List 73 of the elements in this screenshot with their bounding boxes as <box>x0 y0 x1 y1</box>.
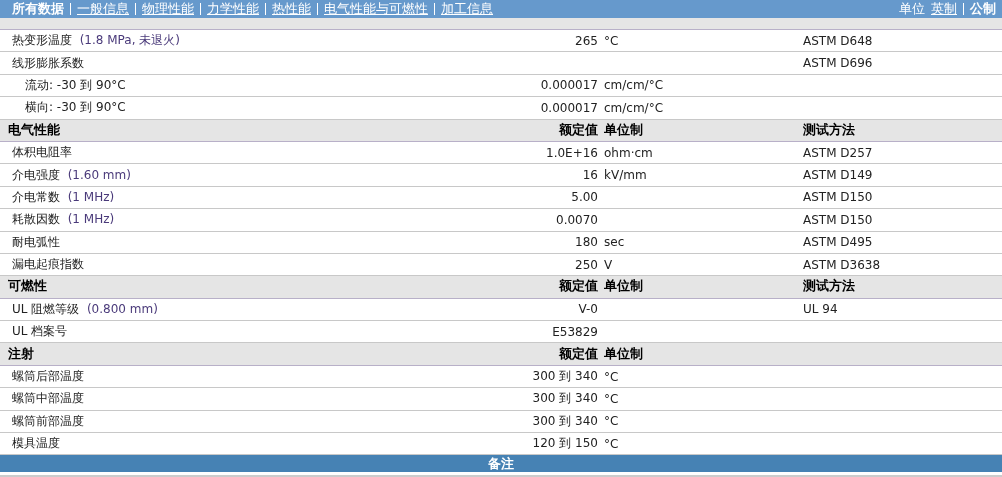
property-name: 螺筒中部温度 <box>12 391 84 406</box>
unit-cell: kV/mm <box>604 168 647 183</box>
unit-cell: V <box>604 257 613 272</box>
column-header: 额定值 <box>559 121 598 137</box>
test-method-cell: ASTM D150 <box>803 212 873 227</box>
unit-cell: °C <box>604 436 619 451</box>
unit-cell: °C <box>604 391 619 406</box>
nav-tab[interactable]: 力学性能 <box>207 0 259 18</box>
value-cell: 300 到 340 <box>532 369 598 384</box>
property-name: UL 档案号 <box>12 324 68 339</box>
section-title: 注射 <box>7 345 35 363</box>
property-name: 螺筒后部温度 <box>12 369 84 384</box>
column-header: 额定值 <box>559 278 598 294</box>
value-cell: V-0 <box>578 302 598 317</box>
test-method-cell: ASTM D150 <box>803 190 873 205</box>
property-name: 体积电阻率 <box>12 145 72 160</box>
property-name: 螺筒前部温度 <box>12 413 84 428</box>
unit-cell: °C <box>604 414 619 429</box>
unit-cell: sec <box>604 235 625 250</box>
nav-tab[interactable]: 电气性能与可燃性 <box>324 0 428 18</box>
value-cell: 0.000017 <box>540 100 598 115</box>
value-cell: 180 <box>575 235 598 250</box>
property-name: UL 阻燃等级 (0.800 mm) <box>12 301 158 316</box>
test-method-cell: ASTM D257 <box>803 145 873 160</box>
column-header: 测试方法 <box>803 278 855 294</box>
property-name: 流动: -30 到 90°C <box>25 77 126 92</box>
nav-tab[interactable]: 热性能 <box>272 0 311 18</box>
test-method-cell: ASTM D149 <box>803 168 873 183</box>
value-cell: 1.0E+16 <box>546 145 598 160</box>
property-name: 热变形温度 (1.8 MPa, 未退火) <box>12 33 180 48</box>
section-title: 电气性能 <box>7 121 61 139</box>
value-cell: E53829 <box>552 324 598 339</box>
column-header: 单位制 <box>604 345 643 361</box>
unit-cell: ohm·cm <box>604 145 653 160</box>
nav-tab[interactable]: 物理性能 <box>142 0 194 18</box>
property-name: 横向: -30 到 90°C <box>25 100 126 115</box>
value-cell: 300 到 340 <box>532 413 598 428</box>
column-header: 额定值 <box>559 345 598 361</box>
value-cell: 16 <box>582 168 598 183</box>
test-method-cell: UL 94 <box>803 302 838 317</box>
nav-tab[interactable]: 一般信息 <box>77 0 129 18</box>
unit-option[interactable]: 公制 <box>970 0 996 18</box>
nav-tab[interactable]: 加工信息 <box>441 0 493 18</box>
units-label: 单位 <box>899 0 925 18</box>
value-cell: 0.0070 <box>556 212 598 227</box>
test-method-cell: ASTM D495 <box>803 235 873 250</box>
unit-option[interactable]: 英制 <box>931 0 957 18</box>
unit-cell: °C <box>604 33 619 48</box>
notes-title: 备注 <box>488 456 514 472</box>
test-method-cell: ASTM D696 <box>803 56 873 71</box>
property-name: 介电强度 (1.60 mm) <box>12 167 131 182</box>
test-method-cell: ASTM D648 <box>803 33 873 48</box>
property-name: 介电常数 (1 MHz) <box>12 189 115 204</box>
column-header: 测试方法 <box>803 121 855 137</box>
value-cell: 265 <box>575 33 598 48</box>
value-cell: 5.00 <box>571 190 598 205</box>
property-name: 耐电弧性 <box>12 234 60 249</box>
unit-cell: °C <box>604 369 619 384</box>
unit-cell: cm/cm/°C <box>604 78 664 93</box>
property-name: 漏电起痕指数 <box>12 257 84 272</box>
value-cell: 0.000017 <box>540 78 598 93</box>
column-header: 单位制 <box>604 278 643 294</box>
property-name: 耗散因数 (1 MHz) <box>12 212 115 227</box>
value-cell: 120 到 150 <box>532 436 598 451</box>
section-title: 可燃性 <box>7 278 48 296</box>
property-name: 模具温度 <box>12 436 60 451</box>
nav-tab[interactable]: 所有数据 <box>12 0 64 18</box>
test-method-cell: ASTM D3638 <box>803 257 881 272</box>
value-cell: 250 <box>575 257 598 272</box>
column-header: 单位制 <box>604 121 643 137</box>
property-name: 线形膨胀系数 <box>12 55 84 70</box>
unit-cell: cm/cm/°C <box>604 100 664 115</box>
value-cell: 300 到 340 <box>532 391 598 406</box>
